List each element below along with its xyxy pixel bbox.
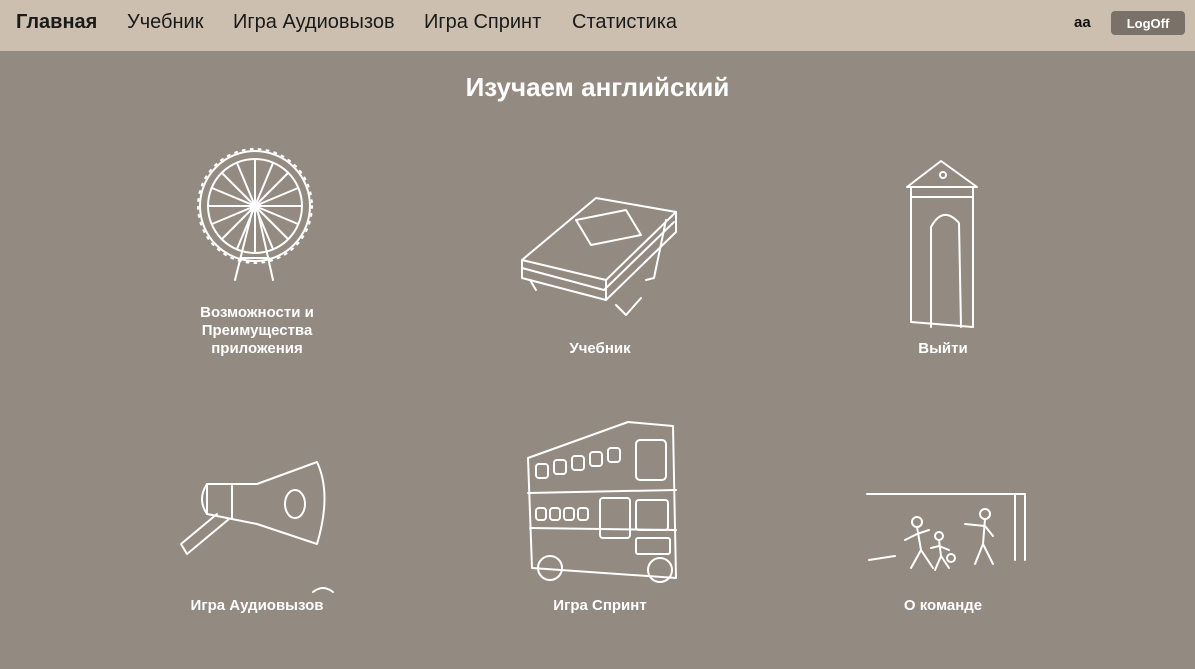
- card-textbook-label: Учебник: [569, 340, 631, 357]
- ferris-wheel-icon: [197, 148, 313, 281]
- user-name: aa: [1074, 14, 1091, 31]
- sentry-box-icon: [906, 160, 978, 328]
- card-about-team-label: О команде: [903, 597, 983, 614]
- nav-item-home[interactable]: Главная: [16, 11, 97, 34]
- card-sprint[interactable]: Игра Спринт: [500, 418, 700, 620]
- book-icon: [521, 197, 677, 316]
- card-features[interactable]: Возможности и Преимущества приложения: [157, 140, 357, 360]
- card-about-team[interactable]: О команде: [843, 490, 1043, 620]
- nav-item-audiocall-game[interactable]: Игра Аудиовызов: [233, 11, 395, 34]
- logoff-button[interactable]: LogOff: [1111, 11, 1185, 35]
- football-players-icon: [866, 493, 1026, 571]
- megaphone-icon: [180, 461, 334, 593]
- top-nav-bar: Главная Учебник Игра Аудиовызов Игра Спр…: [0, 0, 1195, 51]
- double-decker-bus-icon: [527, 421, 677, 583]
- card-audiocall[interactable]: Игра Аудиовызов: [157, 440, 357, 620]
- nav-item-statistics[interactable]: Статистика: [572, 11, 677, 34]
- card-exit-label: Выйти: [918, 340, 968, 357]
- nav-item-textbook[interactable]: Учебник: [127, 11, 203, 34]
- page-title: Изучаем английский: [465, 72, 730, 102]
- card-audiocall-label: Игра Аудиовызов: [190, 597, 324, 614]
- card-sprint-label: Игра Спринт: [553, 597, 647, 614]
- nav-item-sprint-game[interactable]: Игра Спринт: [424, 11, 541, 34]
- card-features-label: Возможности и Преимущества приложения: [200, 304, 314, 357]
- card-textbook[interactable]: Учебник: [500, 180, 700, 360]
- card-exit[interactable]: Выйти: [843, 155, 1043, 360]
